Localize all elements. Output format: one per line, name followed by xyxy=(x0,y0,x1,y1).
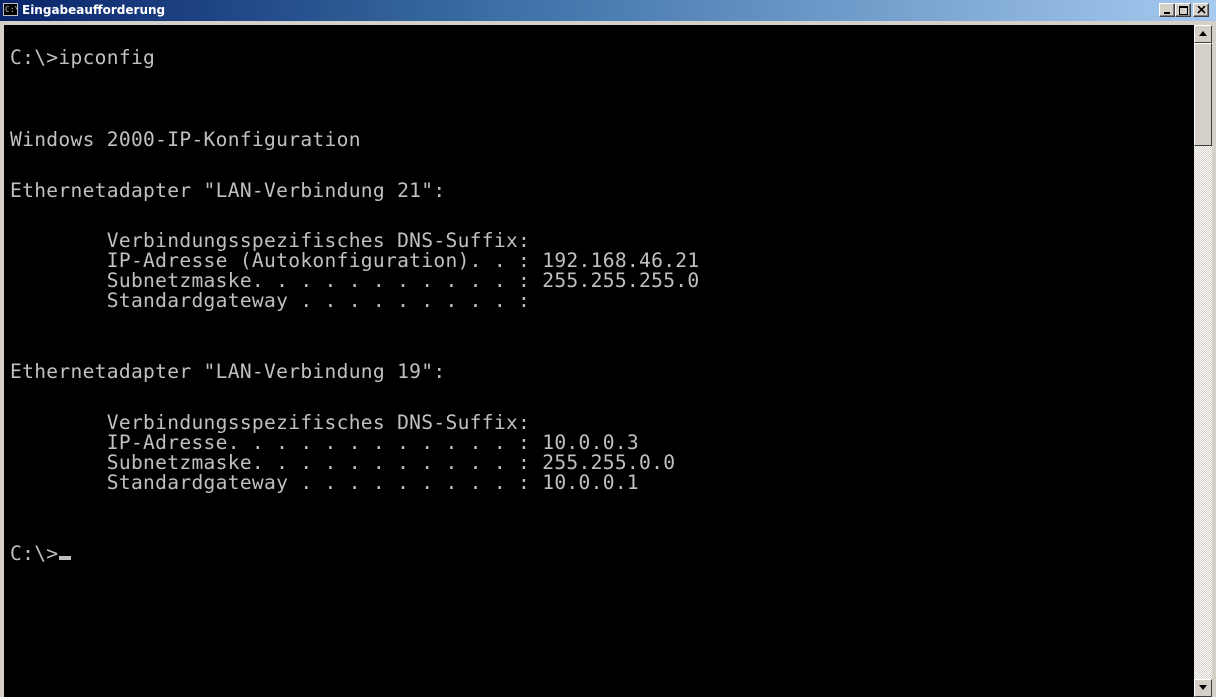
arrow-down-icon xyxy=(1199,685,1207,690)
command-prompt-window: C:\ Eingabeaufforderung C:\>ipconfig Win… xyxy=(0,0,1216,697)
scrollbar-thumb[interactable] xyxy=(1194,43,1212,146)
console-line: Ethernetadapter "LAN-Verbindung 19": xyxy=(10,360,446,383)
prompt-text: C:\> xyxy=(10,542,59,565)
prompt-line: C:\> xyxy=(10,542,72,565)
scroll-down-button[interactable] xyxy=(1194,679,1212,697)
console-line: Verbindungsspezifisches DNS-Suffix: xyxy=(10,411,531,434)
console-line: Verbindungsspezifisches DNS-Suffix: xyxy=(10,229,531,252)
console-line: C:\>ipconfig xyxy=(10,46,156,69)
vertical-scrollbar[interactable] xyxy=(1194,25,1212,697)
text-cursor xyxy=(59,556,72,560)
close-button[interactable] xyxy=(1193,3,1209,17)
arrow-up-icon xyxy=(1199,31,1207,36)
console-line: Subnetzmaske. . . . . . . . . . . : 255.… xyxy=(10,451,676,474)
console-line: Standardgateway . . . . . . . . . : 10.0… xyxy=(10,471,640,494)
console-line: Standardgateway . . . . . . . . . : xyxy=(10,289,531,312)
console-line: Windows 2000-IP-Konfiguration xyxy=(10,128,361,151)
minimize-button[interactable] xyxy=(1159,3,1175,17)
window-title: Eingabeaufforderung xyxy=(22,3,166,17)
close-icon xyxy=(1197,6,1206,14)
console-line: IP-Adresse. . . . . . . . . . . . : 10.0… xyxy=(10,431,640,454)
console-line: IP-Adresse (Autokonfiguration). . : 192.… xyxy=(10,249,700,272)
scroll-up-button[interactable] xyxy=(1194,25,1212,43)
title-bar[interactable]: C:\ Eingabeaufforderung xyxy=(0,0,1216,21)
console-line: Ethernetadapter "LAN-Verbindung 21": xyxy=(10,179,446,202)
maximize-button[interactable] xyxy=(1175,3,1191,17)
console-line: Subnetzmaske. . . . . . . . . . . : 255.… xyxy=(10,269,700,292)
console-output[interactable]: C:\>ipconfig Windows 2000-IP-Konfigurati… xyxy=(4,25,1194,697)
cmd-icon[interactable]: C:\ xyxy=(3,3,18,16)
